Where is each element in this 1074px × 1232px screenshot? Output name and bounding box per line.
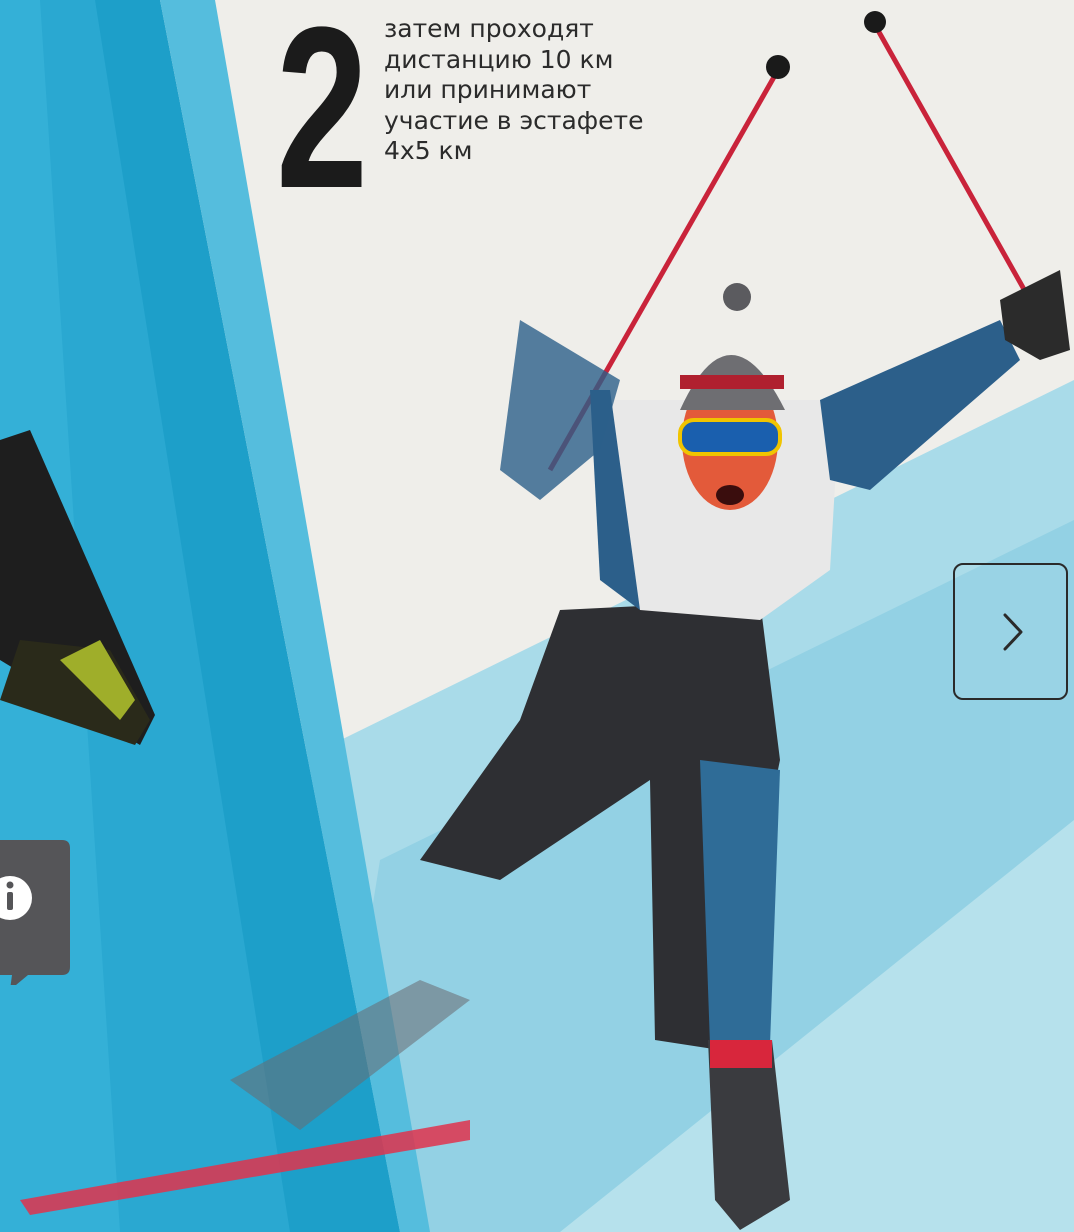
step-description-line: или принимают	[384, 75, 592, 104]
skier-illustration	[20, 11, 1070, 1230]
step-description: затем проходят дистанцию 10 км или прини…	[384, 14, 664, 167]
step-description-line: затем проходят	[384, 14, 594, 43]
info-button[interactable]	[0, 840, 70, 990]
step-description-line: участие в эстафете	[384, 105, 644, 135]
info-icon	[0, 840, 70, 990]
ski-boot	[708, 1040, 790, 1230]
mouth	[716, 485, 744, 505]
step-number: 2	[276, 0, 368, 236]
motion-blur-leg	[230, 980, 470, 1130]
pole-tip	[864, 11, 886, 33]
hat-pompom	[723, 283, 751, 311]
boot-strap	[710, 1040, 772, 1068]
step-description-line: 4x5 км	[384, 136, 473, 165]
next-slide-button[interactable]	[953, 563, 1068, 700]
pole-tip	[766, 55, 790, 79]
goggles	[678, 418, 782, 456]
hat-band	[680, 375, 784, 389]
ski-blur	[20, 1120, 470, 1215]
infographic-slide: 2 затем проходят дистанцию 10 км или при…	[0, 0, 1074, 1232]
step-description-line: дистанцию 10 км	[384, 44, 614, 74]
leg-blue	[700, 760, 780, 1045]
arm-right	[820, 320, 1020, 490]
ski-pole-far-hand	[872, 23, 1033, 302]
chevron-right-icon	[1003, 613, 1023, 651]
